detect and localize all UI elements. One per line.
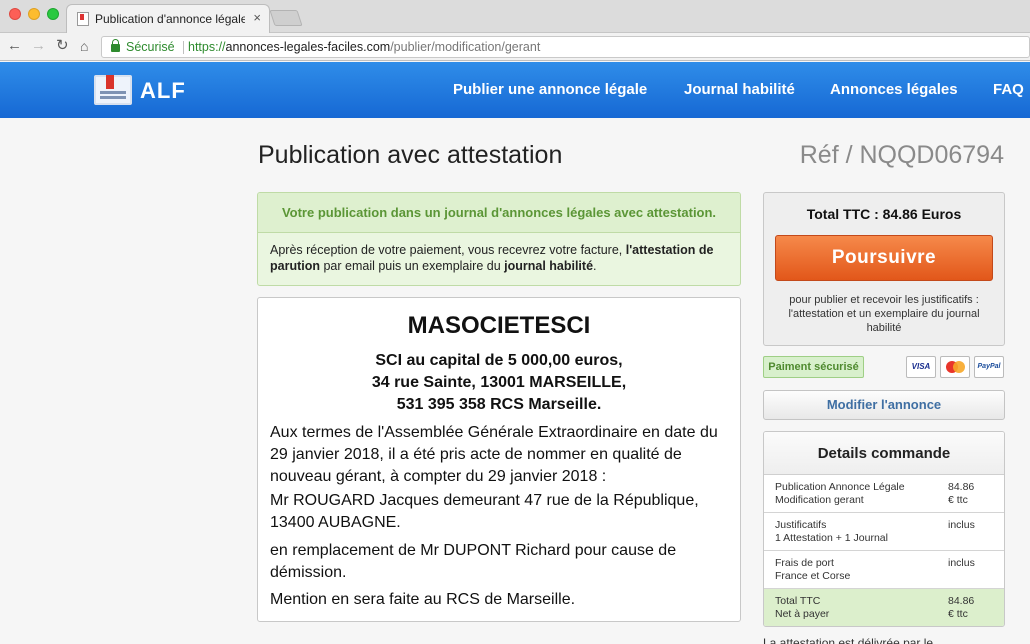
details-amount-line: € ttc <box>948 608 968 620</box>
details-label-line: Net à payer <box>775 608 830 620</box>
notice-text-1: Après réception de votre paiement, vous … <box>270 243 626 257</box>
details-amount-line: € ttc <box>948 494 968 506</box>
continue-button[interactable]: Poursuivre <box>775 235 993 281</box>
details-row-label: Publication Annonce Légale Modification g… <box>775 481 945 507</box>
details-label-line: Frais de port <box>775 557 834 569</box>
modify-annonce-button[interactable]: Modifier l'annonce <box>763 390 1005 420</box>
mastercard-icon <box>940 356 970 378</box>
logo-text[interactable]: ALF <box>140 78 186 104</box>
details-title: Details commande <box>764 432 1004 475</box>
close-tab-icon[interactable]: × <box>253 11 261 25</box>
url-path: /publier/modification/gerant <box>390 40 541 54</box>
nav-publier[interactable]: Publier une annonce légale <box>453 81 647 98</box>
company-rcs: 531 395 358 RCS Marseille. <box>396 396 602 413</box>
browser-tab[interactable]: Publication d'annonce légale d × <box>66 4 270 33</box>
url-separator <box>183 41 184 54</box>
nav-annonces[interactable]: Annonces légales <box>830 81 958 98</box>
url-scheme: https:// <box>188 40 226 54</box>
details-label-line: Total TTC <box>775 595 821 607</box>
annonce-paragraph: Mention en sera faite au RCS de Marseill… <box>270 591 576 608</box>
notice-bold-2: journal habilité <box>504 259 594 273</box>
notice-headline: Votre publication dans un journal d'anno… <box>258 193 740 233</box>
tab-title: Publication d'annonce légale d <box>95 12 245 26</box>
details-label-line: Publication Annonce Légale <box>775 481 905 493</box>
favicon-icon <box>77 12 89 26</box>
url-text: https://annonces-legales-faciles.com/pub… <box>188 40 540 54</box>
details-row-amount: 84.86 € ttc <box>948 481 998 507</box>
details-row: Frais de port France et Corse inclus <box>764 551 1004 589</box>
notice-text-2: par email puis un exemplaire du <box>320 259 505 273</box>
reload-icon[interactable]: ↻ <box>56 36 69 56</box>
details-amount-line: inclus <box>948 557 975 569</box>
site-header: ALF Publier une annonce légale Journal h… <box>0 62 1030 118</box>
minimize-window-button[interactable] <box>28 8 40 20</box>
info-notice: Votre publication dans un journal d'anno… <box>257 192 741 286</box>
details-amount-line: 84.86 <box>948 481 975 493</box>
company-capital: SCI au capital de 5 000,00 euros, <box>375 352 623 369</box>
details-row-amount: inclus <box>948 557 998 570</box>
continue-note: pour publier et recevoir les justificati… <box>788 294 980 334</box>
company-name: MASOCIETESCI <box>407 312 591 339</box>
details-label-line: 1 Attestation + 1 Journal <box>775 532 888 544</box>
details-row-amount: 84.86 € ttc <box>948 595 998 621</box>
details-row-label: Total TTC Net à payer <box>775 595 945 621</box>
back-arrow-icon[interactable]: ← <box>7 36 22 56</box>
home-icon[interactable]: ⌂ <box>80 36 88 56</box>
maximize-window-button[interactable] <box>47 8 59 20</box>
lock-icon <box>111 39 120 52</box>
company-info: SCI au capital de 5 000,00 euros, 34 rue… <box>258 350 740 416</box>
secure-payment-badge: Paiment sécurisé <box>763 356 864 378</box>
notice-text-3: . <box>593 259 597 273</box>
total-amount: Total TTC : 84.86 Euros <box>806 206 962 222</box>
total-box: Total TTC : 84.86 Euros Poursuivre pour … <box>763 192 1005 346</box>
page-title: Publication avec attestation <box>258 141 563 169</box>
details-total-row: Total TTC Net à payer 84.86 € ttc <box>764 589 1004 626</box>
details-label-line: France et Corse <box>775 570 851 582</box>
newspaper-logo-icon[interactable] <box>94 75 132 105</box>
details-row: Publication Annonce Légale Modification g… <box>764 475 1004 513</box>
nav-faq[interactable]: FAQ <box>993 81 1024 98</box>
details-label-line: Justificatifs <box>775 519 827 531</box>
address-bar[interactable]: Sécurisé https://annonces-legales-facile… <box>101 36 1030 58</box>
details-row-label: Justificatifs 1 Attestation + 1 Journal <box>775 519 945 545</box>
paypal-icon: PayPal <box>974 356 1004 378</box>
details-row-label: Frais de port France et Corse <box>775 557 945 583</box>
company-address: 34 rue Sainte, 13001 MARSEILLE, <box>371 374 627 391</box>
details-label-line: Modification gerant <box>775 494 864 506</box>
reference-number: Réf / NQQD06794 <box>799 141 1004 169</box>
forward-arrow-icon[interactable]: → <box>31 36 46 56</box>
details-row-amount: inclus <box>948 519 998 532</box>
url-domain: annonces-legales-faciles.com <box>225 40 391 54</box>
secure-label: Sécurisé <box>126 40 175 54</box>
details-amount-line: inclus <box>948 519 975 531</box>
annonce-paragraph: Aux termes de l'Assemblée Générale Extra… <box>270 424 718 485</box>
browser-toolbar: ← → ↻ ⌂ Sécurisé https://annonces-legale… <box>0 33 1030 61</box>
sidebar-cut-text: La attestation est délivrée par le <box>763 636 934 644</box>
order-details: Details commande Publication Annonce Lég… <box>763 431 1005 627</box>
new-tab-button[interactable] <box>269 10 303 26</box>
notice-body: Après réception de votre paiement, vous … <box>258 233 740 274</box>
nav-journal[interactable]: Journal habilité <box>684 81 795 98</box>
details-row: Justificatifs 1 Attestation + 1 Journal i… <box>764 513 1004 551</box>
visa-card-icon: VISA <box>906 356 936 378</box>
details-amount-line: 84.86 <box>948 595 975 607</box>
annonce-paragraph: Mr ROUGARD Jacques demeurant 47 rue de l… <box>270 492 699 531</box>
tab-strip: Publication d'annonce légale d × <box>0 0 1030 33</box>
close-window-button[interactable] <box>9 8 21 20</box>
annonce-preview: MASOCIETESCI SCI au capital de 5 000,00 … <box>257 297 741 622</box>
annonce-paragraph: en remplacement de Mr DUPONT Richard pou… <box>270 542 677 581</box>
